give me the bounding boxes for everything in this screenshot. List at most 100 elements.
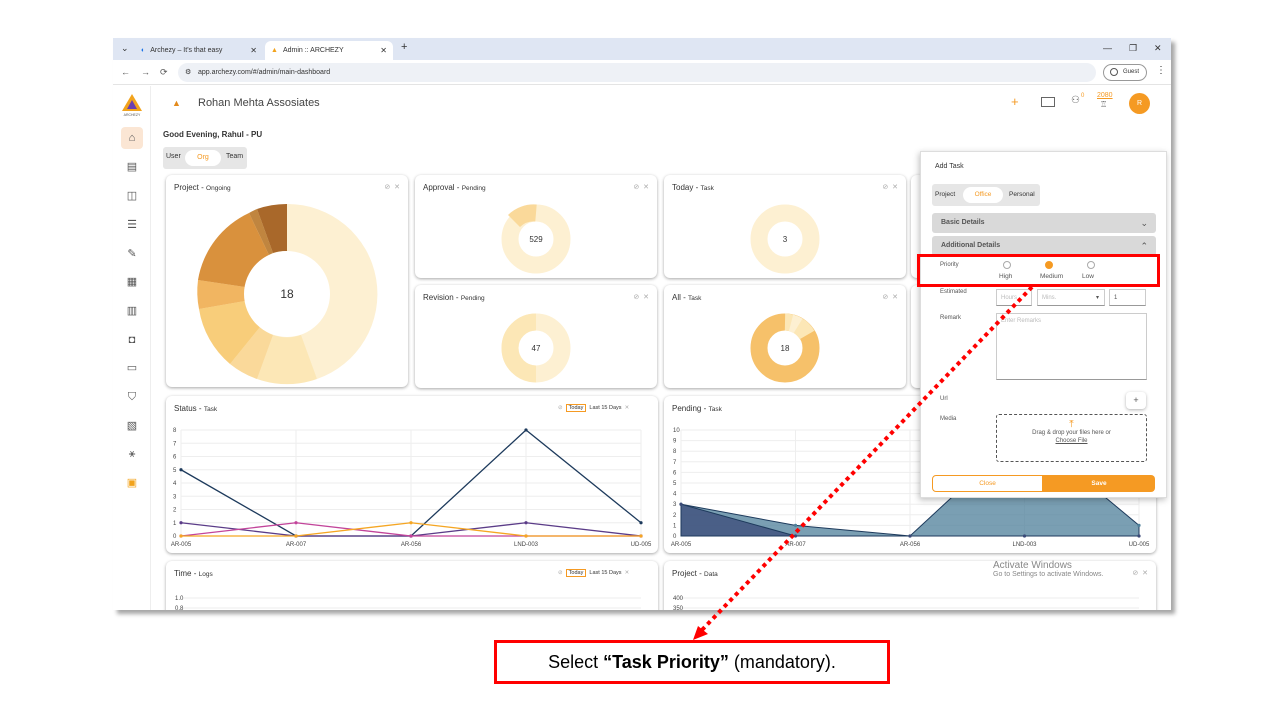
chevron-down-icon: ⌄	[1140, 218, 1148, 228]
x-tick-label: LND-003	[1012, 542, 1037, 548]
close-tab-icon[interactable]: ✕	[250, 46, 257, 55]
y-tick-label: 8	[673, 449, 677, 455]
profile-icon	[1110, 68, 1118, 76]
accordion-label: Additional Details	[941, 242, 1001, 249]
new-tab-icon[interactable]: +	[401, 41, 407, 53]
all-donut	[750, 313, 820, 383]
profile-label: Guest	[1122, 69, 1139, 75]
status-task-card: Status - Task ⊘ Today Last 15 Days ✕ 012…	[166, 396, 658, 553]
restore-icon[interactable]: ❐	[1129, 43, 1137, 54]
list-icon[interactable]: ☰	[121, 214, 143, 236]
browser-menu-icon[interactable]: ⋮	[1156, 65, 1166, 76]
shield-icon[interactable]: ⛉	[121, 386, 143, 408]
y-tick-label: 5	[173, 468, 177, 474]
watermark-line1: Activate Windows	[993, 560, 1072, 571]
archezy-logo[interactable]: ARCHEZY	[120, 94, 144, 120]
back-icon[interactable]: ←	[121, 67, 130, 77]
scope-org[interactable]: Org	[185, 150, 221, 166]
scope-toggle: User Org Team	[163, 147, 247, 169]
bag-icon[interactable]: ◘	[121, 329, 143, 351]
save-button[interactable]: Save	[1043, 475, 1155, 492]
y-tick-label: 2	[173, 508, 177, 514]
all-task-card: All - Task ⊘ ✕ 18	[664, 285, 906, 388]
x-tick-label: UD-005	[1129, 542, 1150, 548]
time-logs-card: Time - Logs ⊘ Today Last 15 Days ✕ 1.0 0.…	[166, 561, 658, 610]
tab-title: Admin :: ARCHEZY	[282, 47, 344, 54]
y-tick-label: 7	[673, 460, 677, 466]
tasks-icon[interactable]: ◫	[121, 185, 143, 207]
y-tick-label: 5	[673, 481, 677, 487]
mail-icon[interactable]	[1041, 97, 1055, 107]
home-icon[interactable]: ⌂	[121, 127, 143, 149]
tab-admin[interactable]: ▲ Admin :: ARCHEZY ✕	[265, 41, 393, 60]
book-icon[interactable]: ▥	[121, 300, 143, 322]
type-office[interactable]: Office	[963, 187, 1003, 203]
folder-icon[interactable]: ▭	[121, 357, 143, 379]
estimated-label: Estimated	[940, 289, 967, 295]
scope-team[interactable]: Team	[226, 153, 243, 160]
data-point	[793, 523, 798, 527]
add-icon[interactable]: +	[1011, 94, 1019, 109]
callout-post: (mandatory).	[728, 652, 836, 672]
remark-label: Remark	[940, 315, 962, 321]
forward-icon[interactable]: →	[141, 67, 150, 77]
network-icon[interactable]: ⚹	[121, 443, 143, 465]
revision-pending-card: Revision - Pending ⊘ ✕ 47	[415, 285, 657, 388]
document-icon[interactable]: ▧	[121, 415, 143, 437]
additional-details-accordion[interactable]: Additional Details ⌃	[932, 236, 1156, 256]
type-personal[interactable]: Personal	[1009, 191, 1035, 198]
data-point	[294, 534, 298, 538]
x-tick-label: AR-056	[401, 542, 422, 548]
hours-input[interactable]: Hours	[996, 289, 1032, 306]
type-project[interactable]: Project	[935, 191, 955, 198]
choose-file-link[interactable]: Choose File	[997, 438, 1146, 444]
data-point	[294, 521, 298, 525]
watermark-line2: Go to Settings to activate Windows.	[993, 571, 1104, 578]
basic-details-accordion[interactable]: Basic Details ⌄	[932, 213, 1156, 233]
upload-icon: ⤒	[1069, 419, 1074, 430]
users-icon[interactable]: ⚇	[1071, 95, 1080, 106]
building-icon[interactable]: ▣	[121, 472, 143, 494]
add-url-button[interactable]: +	[1126, 392, 1146, 409]
data-point	[639, 521, 643, 525]
reload-icon[interactable]: ⟳	[160, 67, 168, 78]
edit-icon[interactable]: ✎	[121, 243, 143, 265]
report-icon[interactable]: ▦	[121, 271, 143, 293]
donut-center-value: 18	[280, 287, 294, 301]
remark-textarea[interactable]: Enter Remarks	[996, 313, 1147, 380]
y-tick-label: 350	[673, 606, 684, 610]
project-donut	[197, 203, 378, 385]
y-tick-label: 0	[173, 534, 177, 540]
mins-select[interactable]: Mins. ▾	[1037, 289, 1105, 306]
trophy-icon[interactable]: ♖	[1100, 100, 1107, 109]
profile-button[interactable]: Guest	[1103, 64, 1147, 81]
y-tick-label: 1.0	[175, 596, 184, 602]
url-input[interactable]: ⚙ app.archezy.com/#/admin/main-dashboard	[178, 63, 1096, 82]
minimize-icon[interactable]: —	[1103, 43, 1112, 53]
url-label: Url	[940, 396, 948, 402]
tab-list-icon[interactable]: ⌄	[121, 43, 129, 54]
close-tab-icon[interactable]: ✕	[380, 46, 387, 55]
data-point	[524, 534, 528, 538]
estimated-value-input[interactable]: 1	[1109, 289, 1146, 306]
data-point	[1137, 523, 1141, 527]
close-button[interactable]: Close	[932, 475, 1043, 492]
status-line-chart: 0 1 2 3 4 5 6 7 8 AR-005 AR-007 AR-056 LND-003 UD-005	[171, 428, 652, 548]
tab-archezy[interactable]: ◐ Archezy – It's that easy ✕	[135, 41, 263, 60]
close-window-icon[interactable]: ✕	[1154, 43, 1162, 54]
x-tick-label: AR-005	[671, 542, 692, 548]
media-label: Media	[940, 416, 957, 422]
logo-text: ARCHEZY	[123, 113, 141, 117]
y-tick-label: 400	[673, 596, 684, 602]
avatar[interactable]: R	[1129, 93, 1150, 114]
caret-down-icon: ▾	[1095, 295, 1099, 301]
data-point	[639, 534, 643, 538]
scope-user[interactable]: User	[166, 153, 181, 160]
sidebar: ARCHEZY ⌂ ▤ ◫ ☰ ✎ ▦ ▥ ◘ ▭ ⛉ ▧ ⚹ ▣	[113, 86, 151, 610]
site-info-icon[interactable]: ⚙	[185, 63, 191, 82]
points-count[interactable]: 2080	[1097, 92, 1113, 99]
data-point	[793, 534, 798, 538]
media-dropzone[interactable]: ⤒ Drag & drop your files here or Choose …	[996, 414, 1147, 462]
instruction-callout: Select “Task Priority” (mandatory).	[494, 640, 890, 684]
clipboard-icon[interactable]: ▤	[121, 156, 143, 178]
